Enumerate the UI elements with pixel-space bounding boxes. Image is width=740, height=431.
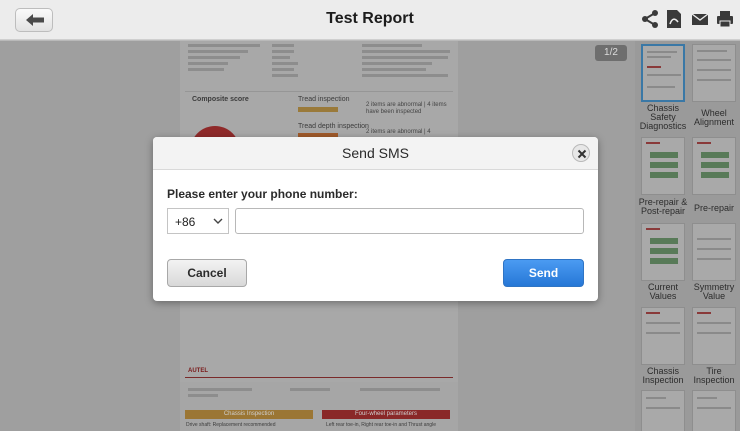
print-icon[interactable] — [716, 9, 734, 29]
thumbnail-wheel-alignment[interactable] — [692, 44, 736, 102]
thumbnail-label: Pre-repair & Post-repair — [638, 197, 688, 216]
close-button[interactable] — [572, 144, 590, 162]
page-title: Test Report — [326, 10, 414, 27]
chassis-inspection-header: Chassis Inspection — [185, 410, 313, 419]
thumbnail-label: Chassis Inspection — [642, 366, 684, 385]
page-indicator: 1/2 — [595, 45, 627, 61]
thumbnail-tire-inspection[interactable] — [692, 307, 736, 365]
top-bar: Test Report — [0, 0, 740, 40]
thumbnail-panel[interactable]: Chassis Safety Diagnostics Wheel Alignme… — [635, 41, 740, 431]
send-sms-dialog: Send SMS Please enter your phone number:… — [153, 137, 598, 301]
dialog-title: Send SMS — [342, 145, 409, 161]
mail-icon[interactable] — [691, 9, 709, 29]
tread-inspection-label: Tread inspection — [298, 96, 350, 103]
four-wheel-parameters-header: Four-wheel parameters — [322, 410, 450, 419]
autel-logo: AUTEL — [188, 368, 208, 374]
share-icon[interactable] — [641, 9, 659, 29]
thumbnail-pre-repair[interactable] — [692, 137, 736, 195]
thumbnail-partial[interactable] — [692, 390, 736, 431]
tread-depth-label: Tread depth inspection — [298, 123, 369, 130]
four-wheel-parameters-note: Left rear toe-in, Right rear toe-in and … — [326, 422, 436, 428]
thumbnail-label: Chassis Safety Diagnostics — [639, 103, 687, 131]
tread-inspection-note: 2 items are abnormal | 4 items have been… — [366, 102, 447, 115]
thumbnail-label: Symmetry Value — [693, 282, 735, 301]
thumbnail-pre-post-repair[interactable] — [641, 137, 685, 195]
thumbnail-label: Pre-repair — [693, 203, 734, 213]
country-code-select[interactable]: +86 — [167, 208, 229, 234]
pdf-icon[interactable] — [666, 9, 684, 29]
phone-prompt: Please enter your phone number: — [167, 187, 358, 201]
dialog-header: Send SMS — [153, 137, 598, 170]
thumbnail-chassis-inspection[interactable] — [641, 307, 685, 365]
thumbnail-current-values[interactable] — [641, 223, 685, 281]
close-icon — [577, 149, 587, 159]
phone-number-input[interactable] — [235, 208, 584, 234]
tread-depth-note: 2 items are abnormal | 4 — [366, 129, 431, 135]
country-code-value: +86 — [175, 215, 196, 229]
thumbnail-symmetry-value[interactable] — [692, 223, 736, 281]
send-button[interactable]: Send — [503, 259, 584, 287]
composite-score-label: Composite score — [192, 96, 249, 103]
chevron-down-icon — [213, 218, 223, 224]
thumbnail-label: Current Values — [647, 282, 678, 301]
thumbnail-label: Wheel Alignment — [693, 108, 735, 127]
thumbnail-label: Tire Inspection — [693, 366, 735, 385]
cancel-button[interactable]: Cancel — [167, 259, 247, 287]
thumbnail-partial[interactable] — [641, 390, 685, 431]
chassis-inspection-note: Drive shaft: Replacement recommended — [186, 422, 276, 428]
thumbnail-chassis-safety[interactable] — [641, 44, 685, 102]
